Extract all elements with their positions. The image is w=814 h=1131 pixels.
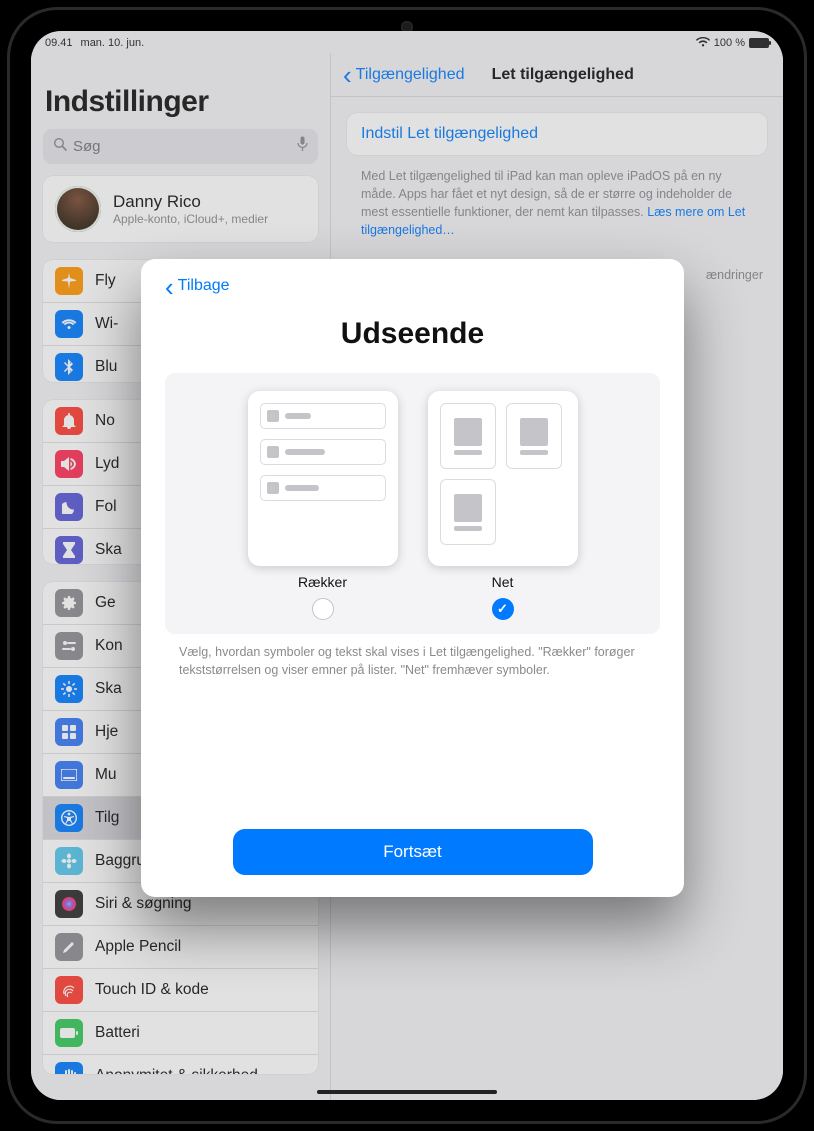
continue-button[interactable]: Fortsæt [233, 829, 593, 875]
option-grid[interactable]: Net ✓ [428, 391, 578, 620]
option-rows[interactable]: Rækker [248, 391, 398, 620]
preview-grid [428, 391, 578, 566]
option-rows-radio[interactable] [312, 598, 334, 620]
home-indicator[interactable] [317, 1090, 497, 1094]
device-frame: 09.41 man. 10. jun. 100 % Indstillinger [7, 7, 807, 1124]
appearance-options: Rækker Net ✓ [165, 373, 660, 634]
appearance-sheet: Tilbage Udseende Rækker [141, 259, 684, 897]
option-rows-label: Rækker [298, 574, 347, 590]
option-grid-radio[interactable]: ✓ [492, 598, 514, 620]
sheet-footnote: Vælg, hvordan symboler og tekst skal vis… [165, 634, 660, 679]
option-grid-label: Net [492, 574, 514, 590]
screen: 09.41 man. 10. jun. 100 % Indstillinger [31, 31, 783, 1100]
preview-rows [248, 391, 398, 566]
sheet-title: Udseende [165, 317, 660, 351]
sheet-back-button[interactable]: Tilbage [165, 277, 660, 295]
sheet-back-label: Tilbage [178, 277, 230, 295]
